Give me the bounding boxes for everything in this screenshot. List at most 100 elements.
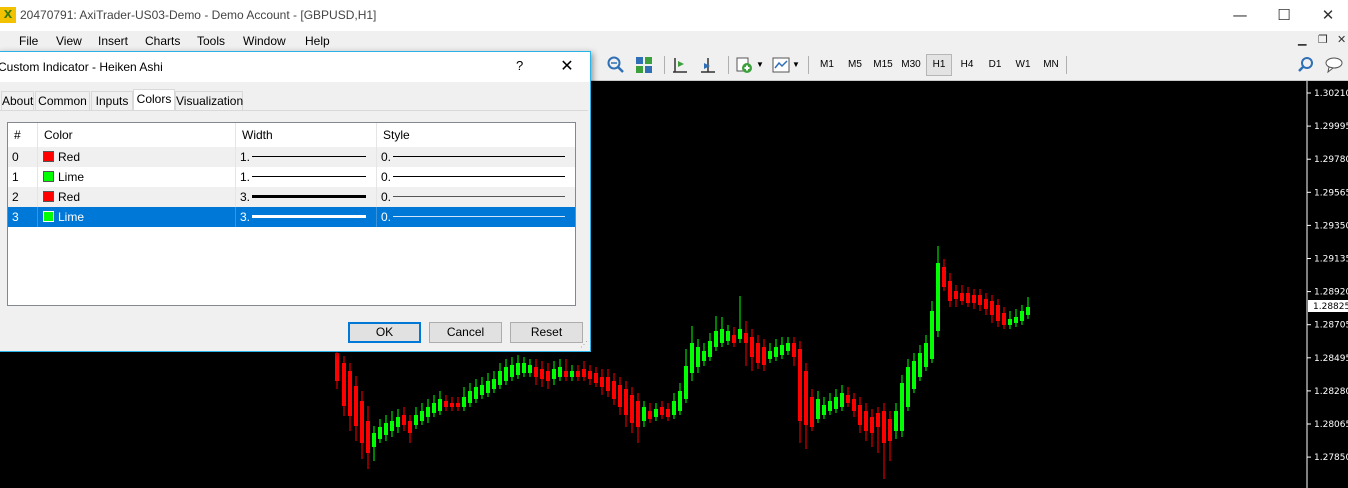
ok-button[interactable]: OK <box>348 322 421 343</box>
bearish-candle-body <box>942 267 946 287</box>
style-cell[interactable]: 0. <box>377 187 575 207</box>
menu-view[interactable]: View <box>56 34 82 48</box>
tab-about[interactable]: About <box>1 91 34 110</box>
bearish-candle-body <box>876 413 880 427</box>
help-button[interactable]: ? <box>516 58 523 73</box>
indicators-add-icon[interactable] <box>734 55 754 75</box>
width-cell[interactable]: 3. <box>236 207 377 227</box>
bearish-candle-body <box>762 347 766 365</box>
color-cell[interactable]: Red <box>38 147 236 167</box>
width-cell[interactable]: 1. <box>236 147 377 167</box>
timeframe-mn[interactable]: MN <box>1038 54 1064 76</box>
style-cell[interactable]: 0. <box>377 207 575 227</box>
width-value: 1. <box>240 170 251 184</box>
table-row[interactable]: 0 Red 1. 0. <box>8 147 575 167</box>
bearish-candle-body <box>972 295 976 303</box>
style-cell[interactable]: 0. <box>377 167 575 187</box>
current-price-label: 1.28825 <box>1313 302 1348 312</box>
zoom-out-icon[interactable] <box>606 55 626 75</box>
column-header-color[interactable]: Color <box>38 123 236 147</box>
timeframe-h4[interactable]: H4 <box>954 54 980 76</box>
width-cell[interactable]: 1. <box>236 167 377 187</box>
table-row[interactable]: 1 Lime 1. 0. <box>8 167 575 187</box>
bearish-candle-body <box>810 397 814 427</box>
price-label: 1.29565 <box>1314 188 1348 198</box>
bearish-candle-body <box>666 409 670 417</box>
tab-colors[interactable]: Colors <box>133 89 175 111</box>
mdi-minimize-button[interactable]: ▁ <box>1298 33 1306 46</box>
width-cell[interactable]: 3. <box>236 187 377 207</box>
bullish-candle-body <box>678 391 682 411</box>
menu-window[interactable]: Window <box>243 34 286 48</box>
bullish-candle-body <box>558 367 562 377</box>
style-line-sample <box>393 156 565 157</box>
bearish-candle-body <box>360 401 364 443</box>
bullish-candle-body <box>378 427 382 439</box>
menu-tools[interactable]: Tools <box>197 34 225 48</box>
reset-button[interactable]: Reset <box>510 322 583 343</box>
mdi-close-button[interactable]: ✕ <box>1337 33 1346 46</box>
bullish-candle-body <box>786 343 790 351</box>
price-label: 1.28705 <box>1314 321 1348 331</box>
bullish-candle-body <box>498 371 502 385</box>
bullish-candle-body <box>918 353 922 377</box>
column-header-style[interactable]: Style <box>377 123 575 147</box>
width-line-sample <box>252 176 366 177</box>
column-header-width[interactable]: Width <box>236 123 377 147</box>
timeframe-d1[interactable]: D1 <box>982 54 1008 76</box>
timeframe-m1[interactable]: M1 <box>814 54 840 76</box>
menu-charts[interactable]: Charts <box>145 34 180 48</box>
chat-icon[interactable] <box>1324 55 1344 75</box>
color-cell[interactable]: Lime <box>38 207 236 227</box>
timeframe-h1[interactable]: H1 <box>926 54 952 76</box>
tile-windows-icon[interactable] <box>634 55 654 75</box>
chevron-down-icon[interactable]: ▼ <box>792 54 800 76</box>
timeframe-m5[interactable]: M5 <box>842 54 868 76</box>
search-icon[interactable] <box>1296 55 1316 75</box>
bullish-candle-body <box>936 263 940 331</box>
chevron-down-icon[interactable]: ▼ <box>756 54 764 76</box>
style-line-sample <box>393 196 565 197</box>
timeframe-m15[interactable]: M15 <box>870 54 896 76</box>
menu-file[interactable]: File <box>19 34 38 48</box>
bullish-candle-body <box>672 401 676 415</box>
mdi-restore-button[interactable]: ❐ <box>1318 33 1328 46</box>
bearish-candle-body <box>798 349 802 421</box>
bullish-candle-body <box>834 397 838 409</box>
tab-inputs[interactable]: Inputs <box>91 91 133 110</box>
cancel-button[interactable]: Cancel <box>429 322 502 343</box>
bearish-candle-body <box>402 415 406 425</box>
bullish-candle-body <box>552 369 556 379</box>
menu-insert[interactable]: Insert <box>98 34 128 48</box>
maximize-button[interactable]: ☐ <box>1262 4 1306 26</box>
price-label: 1.30210 <box>1314 89 1348 99</box>
bullish-candle-body <box>438 399 442 411</box>
tab-common[interactable]: Common <box>35 91 90 110</box>
style-cell[interactable]: 0. <box>377 147 575 167</box>
templates-icon[interactable] <box>771 55 791 75</box>
menu-help[interactable]: Help <box>305 34 330 48</box>
minimize-button[interactable]: — <box>1218 4 1262 26</box>
bullish-candle-body <box>912 361 916 389</box>
price-label: 1.29350 <box>1314 221 1348 231</box>
bullish-candle-body <box>906 367 910 407</box>
timeframe-w1[interactable]: W1 <box>1010 54 1036 76</box>
bearish-candle-body <box>534 367 538 377</box>
color-cell[interactable]: Red <box>38 187 236 207</box>
width-line-sample <box>252 215 366 218</box>
table-row-selected[interactable]: 3 Lime 3. 0. <box>8 207 575 227</box>
bullish-candle-body <box>426 407 430 417</box>
bearish-candle-body <box>456 403 460 407</box>
tab-visualization[interactable]: Visualization <box>175 91 243 110</box>
close-window-button[interactable]: ✕ <box>1306 4 1348 26</box>
chart-shift-icon[interactable] <box>670 55 690 75</box>
bearish-candle-body <box>630 395 634 423</box>
auto-scroll-icon[interactable] <box>698 55 718 75</box>
table-row[interactable]: 2 Red 3. 0. <box>8 187 575 207</box>
column-header-index[interactable]: # <box>8 123 38 147</box>
bearish-candle-body <box>582 369 586 377</box>
color-cell[interactable]: Lime <box>38 167 236 187</box>
close-dialog-button[interactable]: ✕ <box>554 55 580 77</box>
timeframe-m30[interactable]: M30 <box>898 54 924 76</box>
resize-grip-icon[interactable]: ⋰ <box>580 340 588 349</box>
